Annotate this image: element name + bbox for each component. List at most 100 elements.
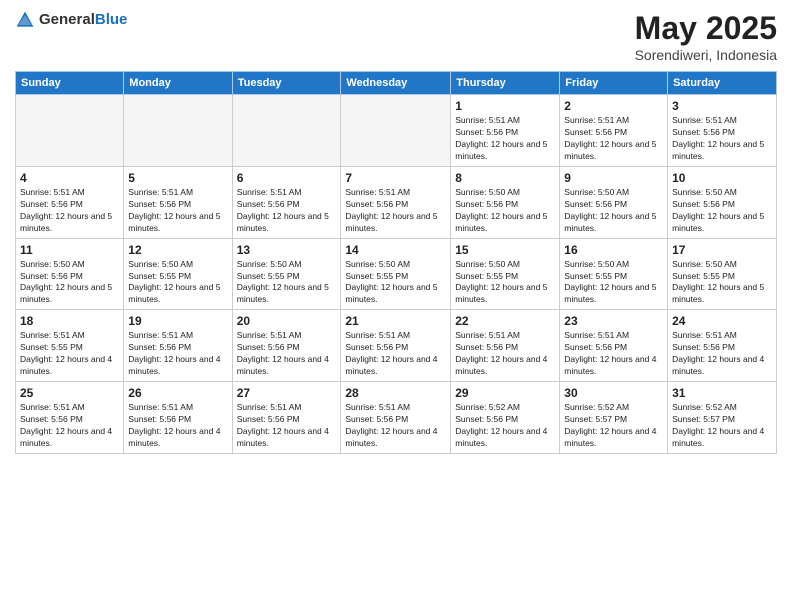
cell-day-number: 28 (345, 385, 446, 401)
cell-info: Sunrise: 5:50 AMSunset: 5:55 PMDaylight:… (237, 259, 337, 307)
calendar-cell: 1Sunrise: 5:51 AMSunset: 5:56 PMDaylight… (451, 95, 560, 167)
cell-day-number: 24 (672, 313, 772, 329)
calendar-cell: 9Sunrise: 5:50 AMSunset: 5:56 PMDaylight… (560, 166, 668, 238)
logo-text-blue: Blue (95, 11, 128, 28)
cell-day-number: 22 (455, 313, 555, 329)
calendar-week-row: 4Sunrise: 5:51 AMSunset: 5:56 PMDaylight… (16, 166, 777, 238)
calendar-header-row: Sunday Monday Tuesday Wednesday Thursday… (16, 72, 777, 95)
calendar-cell (232, 95, 341, 167)
cell-info: Sunrise: 5:51 AMSunset: 5:56 PMDaylight:… (128, 330, 227, 378)
cell-day-number: 14 (345, 242, 446, 258)
calendar-cell (16, 95, 124, 167)
calendar-week-row: 18Sunrise: 5:51 AMSunset: 5:55 PMDayligh… (16, 310, 777, 382)
main-title: May 2025 (635, 10, 777, 47)
logo-text-general: General (39, 11, 95, 28)
calendar-cell: 31Sunrise: 5:52 AMSunset: 5:57 PMDayligh… (668, 382, 777, 454)
cell-info: Sunrise: 5:51 AMSunset: 5:56 PMDaylight:… (345, 330, 446, 378)
cell-day-number: 4 (20, 170, 119, 186)
cell-day-number: 10 (672, 170, 772, 186)
calendar-cell: 28Sunrise: 5:51 AMSunset: 5:56 PMDayligh… (341, 382, 451, 454)
cell-info: Sunrise: 5:51 AMSunset: 5:56 PMDaylight:… (20, 402, 119, 450)
cell-info: Sunrise: 5:50 AMSunset: 5:55 PMDaylight:… (672, 259, 772, 307)
calendar-cell: 23Sunrise: 5:51 AMSunset: 5:56 PMDayligh… (560, 310, 668, 382)
calendar-cell: 13Sunrise: 5:50 AMSunset: 5:55 PMDayligh… (232, 238, 341, 310)
calendar-cell: 19Sunrise: 5:51 AMSunset: 5:56 PMDayligh… (124, 310, 232, 382)
title-block: May 2025 Sorendiweri, Indonesia (635, 10, 777, 63)
cell-info: Sunrise: 5:51 AMSunset: 5:56 PMDaylight:… (237, 330, 337, 378)
cell-day-number: 1 (455, 98, 555, 114)
cell-info: Sunrise: 5:50 AMSunset: 5:56 PMDaylight:… (20, 259, 119, 307)
calendar-cell: 18Sunrise: 5:51 AMSunset: 5:55 PMDayligh… (16, 310, 124, 382)
cell-day-number: 21 (345, 313, 446, 329)
cell-day-number: 17 (672, 242, 772, 258)
calendar-week-row: 1Sunrise: 5:51 AMSunset: 5:56 PMDaylight… (16, 95, 777, 167)
calendar-table: Sunday Monday Tuesday Wednesday Thursday… (15, 71, 777, 454)
cell-info: Sunrise: 5:50 AMSunset: 5:55 PMDaylight:… (564, 259, 663, 307)
cell-info: Sunrise: 5:51 AMSunset: 5:56 PMDaylight:… (237, 187, 337, 235)
cell-day-number: 11 (20, 242, 119, 258)
cell-info: Sunrise: 5:50 AMSunset: 5:56 PMDaylight:… (672, 187, 772, 235)
cell-day-number: 9 (564, 170, 663, 186)
col-saturday: Saturday (668, 72, 777, 95)
calendar-cell (341, 95, 451, 167)
logo: GeneralBlue (15, 10, 127, 30)
col-wednesday: Wednesday (341, 72, 451, 95)
page: GeneralBlue May 2025 Sorendiweri, Indone… (0, 0, 792, 612)
cell-day-number: 26 (128, 385, 227, 401)
cell-info: Sunrise: 5:50 AMSunset: 5:55 PMDaylight:… (128, 259, 227, 307)
cell-info: Sunrise: 5:51 AMSunset: 5:56 PMDaylight:… (128, 402, 227, 450)
calendar-cell: 8Sunrise: 5:50 AMSunset: 5:56 PMDaylight… (451, 166, 560, 238)
calendar-cell: 27Sunrise: 5:51 AMSunset: 5:56 PMDayligh… (232, 382, 341, 454)
calendar-cell: 16Sunrise: 5:50 AMSunset: 5:55 PMDayligh… (560, 238, 668, 310)
calendar-cell: 5Sunrise: 5:51 AMSunset: 5:56 PMDaylight… (124, 166, 232, 238)
calendar-cell: 17Sunrise: 5:50 AMSunset: 5:55 PMDayligh… (668, 238, 777, 310)
col-thursday: Thursday (451, 72, 560, 95)
calendar-cell: 10Sunrise: 5:50 AMSunset: 5:56 PMDayligh… (668, 166, 777, 238)
cell-day-number: 3 (672, 98, 772, 114)
cell-day-number: 7 (345, 170, 446, 186)
col-friday: Friday (560, 72, 668, 95)
calendar-week-row: 25Sunrise: 5:51 AMSunset: 5:56 PMDayligh… (16, 382, 777, 454)
col-monday: Monday (124, 72, 232, 95)
cell-day-number: 25 (20, 385, 119, 401)
cell-info: Sunrise: 5:51 AMSunset: 5:56 PMDaylight:… (564, 115, 663, 163)
cell-day-number: 31 (672, 385, 772, 401)
cell-info: Sunrise: 5:50 AMSunset: 5:56 PMDaylight:… (564, 187, 663, 235)
cell-day-number: 27 (237, 385, 337, 401)
calendar-cell (124, 95, 232, 167)
cell-day-number: 6 (237, 170, 337, 186)
calendar-cell: 12Sunrise: 5:50 AMSunset: 5:55 PMDayligh… (124, 238, 232, 310)
cell-info: Sunrise: 5:50 AMSunset: 5:55 PMDaylight:… (455, 259, 555, 307)
calendar-cell: 2Sunrise: 5:51 AMSunset: 5:56 PMDaylight… (560, 95, 668, 167)
calendar-cell: 22Sunrise: 5:51 AMSunset: 5:56 PMDayligh… (451, 310, 560, 382)
calendar-cell: 3Sunrise: 5:51 AMSunset: 5:56 PMDaylight… (668, 95, 777, 167)
cell-day-number: 18 (20, 313, 119, 329)
calendar-cell: 24Sunrise: 5:51 AMSunset: 5:56 PMDayligh… (668, 310, 777, 382)
calendar-cell: 4Sunrise: 5:51 AMSunset: 5:56 PMDaylight… (16, 166, 124, 238)
cell-info: Sunrise: 5:51 AMSunset: 5:56 PMDaylight:… (20, 187, 119, 235)
cell-day-number: 29 (455, 385, 555, 401)
cell-info: Sunrise: 5:51 AMSunset: 5:55 PMDaylight:… (20, 330, 119, 378)
cell-info: Sunrise: 5:51 AMSunset: 5:56 PMDaylight:… (237, 402, 337, 450)
cell-info: Sunrise: 5:51 AMSunset: 5:56 PMDaylight:… (672, 330, 772, 378)
cell-info: Sunrise: 5:50 AMSunset: 5:55 PMDaylight:… (345, 259, 446, 307)
calendar-cell: 30Sunrise: 5:52 AMSunset: 5:57 PMDayligh… (560, 382, 668, 454)
cell-day-number: 5 (128, 170, 227, 186)
calendar-cell: 25Sunrise: 5:51 AMSunset: 5:56 PMDayligh… (16, 382, 124, 454)
cell-info: Sunrise: 5:51 AMSunset: 5:56 PMDaylight:… (345, 402, 446, 450)
cell-info: Sunrise: 5:51 AMSunset: 5:56 PMDaylight:… (345, 187, 446, 235)
logo-icon (15, 10, 35, 30)
col-sunday: Sunday (16, 72, 124, 95)
cell-day-number: 8 (455, 170, 555, 186)
cell-day-number: 15 (455, 242, 555, 258)
sub-title: Sorendiweri, Indonesia (635, 47, 777, 63)
cell-info: Sunrise: 5:52 AMSunset: 5:57 PMDaylight:… (564, 402, 663, 450)
cell-day-number: 16 (564, 242, 663, 258)
col-tuesday: Tuesday (232, 72, 341, 95)
cell-info: Sunrise: 5:51 AMSunset: 5:56 PMDaylight:… (455, 115, 555, 163)
calendar-cell: 29Sunrise: 5:52 AMSunset: 5:56 PMDayligh… (451, 382, 560, 454)
cell-day-number: 12 (128, 242, 227, 258)
cell-info: Sunrise: 5:51 AMSunset: 5:56 PMDaylight:… (564, 330, 663, 378)
cell-day-number: 23 (564, 313, 663, 329)
cell-day-number: 30 (564, 385, 663, 401)
